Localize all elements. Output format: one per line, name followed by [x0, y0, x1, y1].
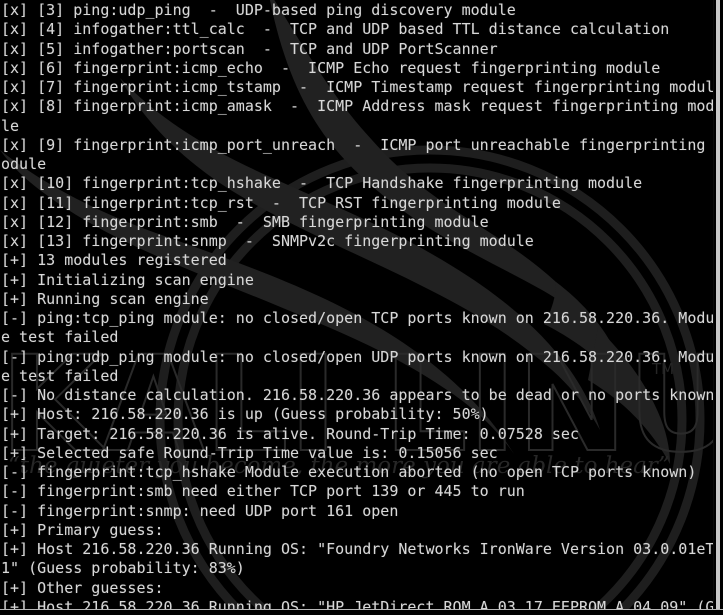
terminal-line: [-] ping:tcp_ping module: no closed/open…	[1, 309, 723, 327]
terminal-line: [+] Other guesses:	[1, 578, 164, 597]
terminal-line: [x] [4] infogather:ttl_calc - TCP and UD…	[1, 20, 670, 39]
terminal-line: [+] 13 modules registered	[1, 251, 227, 270]
terminal-line: [x] [5] infogather:portscan - TCP and UD…	[1, 39, 498, 58]
terminal-line: [-] No distance calculation. 216.58.220.…	[1, 386, 715, 404]
terminal-line: [x] [12] fingerprint:smb - SMB fingerpri…	[1, 212, 489, 231]
terminal-line: le	[1, 116, 20, 135]
scrollbar-thumb[interactable]	[716, 0, 720, 610]
terminal-output[interactable]: [x] [3] ping:udp_ping - UDP-based ping d…	[0, 0, 723, 615]
terminal-line: [x] [10] fingerprint:tcp_hshake - TCP Ha…	[1, 174, 643, 193]
terminal-window[interactable]: KALI LINUX TM “the quieter you become, t…	[0, 0, 723, 615]
terminal-line: [+] Selected safe Round-Trip Time value …	[1, 443, 498, 462]
terminal-line: [x] [9] fingerprint:icmp_port_unreach - …	[1, 135, 723, 154]
terminal-line: [-] fingerprint:smb need either TCP port…	[1, 482, 525, 501]
terminal-line: [+] Primary guess:	[1, 520, 164, 539]
terminal-line: [x] [7] fingerprint:icmp_tstamp - ICMP T…	[1, 78, 723, 96]
terminal-line: [x] [8] fingerprint:icmp_amask - ICMP Ad…	[1, 97, 723, 116]
terminal-line: [+] Host 216.58.220.36 Running OS: "Foun…	[1, 540, 723, 558]
terminal-line: [-] fingerprint:snmp: need UDP port 161 …	[1, 501, 399, 520]
terminal-line: [+] Running scan engine	[1, 289, 209, 308]
terminal-line: 1" (Guess probability: 83%)	[1, 559, 245, 578]
terminal-line: [-] ping:udp_ping module: no closed/open…	[1, 347, 723, 366]
terminal-line: [x] [6] fingerprint:icmp_echo - ICMP Ech…	[1, 58, 661, 77]
terminal-line: e test failed	[1, 366, 119, 385]
terminal-line: [+] Initializing scan engine	[1, 270, 254, 289]
terminal-line: e test failed	[1, 328, 119, 347]
terminal-bottom-border	[0, 609, 723, 615]
terminal-line: [x] [3] ping:udp_ping - UDP-based ping d…	[1, 1, 516, 19]
terminal-line: [+] Host: 216.58.220.36 is up (Guess pro…	[1, 405, 489, 424]
terminal-line: [-] fingerprint:tcp_hshake Module execut…	[1, 463, 697, 481]
terminal-line: [x] [13] fingerprint:snmp - SNMPv2c fing…	[1, 232, 534, 250]
terminal-line: odule	[1, 155, 47, 173]
terminal-line: [+] Target: 216.58.220.36 is alive. Roun…	[1, 424, 579, 443]
terminal-line: [x] [11] fingerprint:tcp_rst - TCP RST f…	[1, 193, 561, 212]
vertical-scrollbar[interactable]	[713, 0, 723, 610]
